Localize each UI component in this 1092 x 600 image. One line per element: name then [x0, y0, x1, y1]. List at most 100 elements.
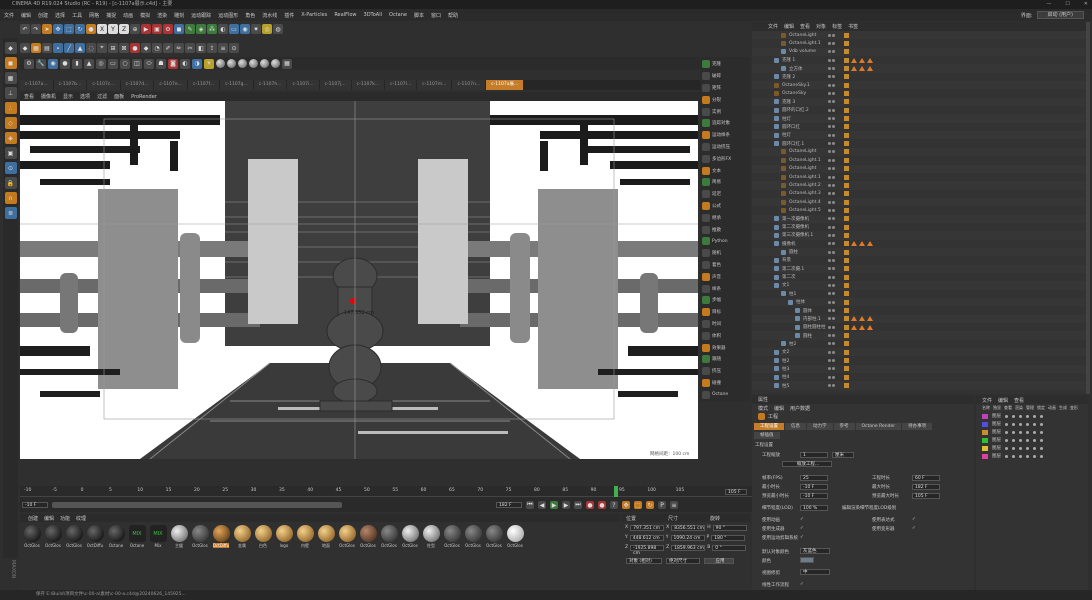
- object-visibility-dots[interactable]: [828, 292, 835, 296]
- edges-mode-icon[interactable]: ╱: [64, 43, 74, 53]
- render-visibility-dot[interactable]: [832, 309, 835, 313]
- mograph-tool-item[interactable]: 文本: [700, 165, 750, 176]
- material-swatch[interactable]: OctDiffu: [85, 525, 105, 549]
- object-row[interactable]: 第二次摄.1: [752, 264, 1087, 273]
- layer-toggle-icon[interactable]: [1040, 446, 1043, 450]
- layer-toggle-icon[interactable]: [1026, 430, 1029, 434]
- warning-tag-icon[interactable]: [851, 316, 857, 322]
- array-icon[interactable]: ⁂: [207, 24, 217, 34]
- lock-icon[interactable]: 🔒: [4, 177, 17, 189]
- editor-visibility-dot[interactable]: [828, 275, 831, 279]
- axis-x-button[interactable]: X: [97, 24, 107, 34]
- object-row[interactable]: 柱3: [752, 364, 1087, 374]
- rotation-input[interactable]: 90 °: [712, 524, 747, 531]
- layer-toggle-icon[interactable]: [1033, 414, 1036, 418]
- layer-color-swatch[interactable]: [982, 453, 988, 459]
- object-row[interactable]: 柱灯: [752, 114, 1087, 123]
- material-swatch[interactable]: OctGlos: [358, 525, 378, 549]
- layer-toggle-icon[interactable]: [1019, 414, 1022, 418]
- object-row[interactable]: 立方体: [752, 64, 1087, 73]
- editor-visibility-dot[interactable]: [828, 300, 831, 304]
- octane-icon[interactable]: ◎: [262, 24, 272, 34]
- key-param-icon[interactable]: P: [658, 501, 666, 509]
- menu-item[interactable]: 工具: [72, 12, 82, 19]
- render-visibility-dot[interactable]: [832, 283, 835, 287]
- object-visibility-dots[interactable]: [828, 242, 835, 246]
- menu-item[interactable]: 角色: [245, 12, 255, 19]
- rotation-input[interactable]: 180 °: [711, 534, 746, 541]
- object-visibility-dots[interactable]: [828, 100, 835, 104]
- position-input[interactable]: 448.612 cm: [629, 534, 664, 541]
- layer-row[interactable]: 图层: [976, 420, 1088, 428]
- menu-item[interactable]: 运动跟踪: [191, 12, 211, 19]
- tag-icon[interactable]: [844, 324, 849, 330]
- layer-toggle-icon[interactable]: [1026, 414, 1029, 418]
- menu-item[interactable]: 脚本: [414, 12, 424, 19]
- mograph-tool-item[interactable]: Octane: [700, 389, 750, 400]
- warning-tag-icon[interactable]: [859, 324, 865, 330]
- brush-icon[interactable]: ✏: [174, 43, 184, 53]
- min-time-input[interactable]: -10 F: [800, 484, 828, 490]
- editor-visibility-dot[interactable]: [828, 192, 831, 196]
- use-expressions-checkbox[interactable]: ✓: [912, 517, 916, 522]
- render-visibility-dot[interactable]: [832, 75, 835, 79]
- mograph-tool-item[interactable]: 目标: [700, 307, 750, 318]
- viewport-menu-item[interactable]: 查看: [24, 93, 34, 100]
- layer-color-swatch[interactable]: [982, 429, 988, 435]
- render-visibility-dot[interactable]: [832, 83, 835, 87]
- render-visibility-dot[interactable]: [832, 342, 835, 346]
- layer-row[interactable]: 图层: [976, 428, 1088, 436]
- editor-visibility-dot[interactable]: [828, 359, 831, 363]
- material-swatch[interactable]: OctGlos: [379, 525, 399, 549]
- light-icon[interactable]: ✷: [251, 24, 261, 34]
- next-key-icon[interactable]: ▶: [562, 501, 570, 509]
- mat-menu-function[interactable]: 功能: [60, 515, 70, 522]
- object-row[interactable]: 圆环口红.1: [752, 139, 1087, 147]
- timeline-ruler[interactable]: -10 -5 0 5 10 15 20 25 30 35 40 45 50 55 60 65 70 75 80 85 9…: [20, 486, 752, 497]
- key-rotate-icon[interactable]: ↻: [646, 501, 654, 509]
- object-menu-item[interactable]: 文件: [768, 23, 778, 30]
- render-visibility-dot[interactable]: [832, 250, 835, 254]
- make-editable-icon[interactable]: ◆: [4, 42, 17, 54]
- material-swatch[interactable]: OctDiffu: [211, 525, 231, 549]
- render-visibility-dot[interactable]: [832, 67, 835, 71]
- menu-item[interactable]: 帮助: [448, 12, 458, 19]
- disc-icon[interactable]: ○: [120, 58, 130, 69]
- editor-visibility-dot[interactable]: [828, 367, 831, 371]
- render-visibility-dot[interactable]: [832, 208, 835, 212]
- object-visibility-dots[interactable]: [828, 208, 835, 212]
- warning-tag-icon[interactable]: [867, 66, 873, 72]
- tab-dynamics[interactable]: 动力学: [807, 423, 833, 430]
- tag-icon[interactable]: [844, 66, 849, 72]
- tag-icon[interactable]: [844, 124, 849, 130]
- layer-menu-view[interactable]: 查看: [1014, 397, 1024, 404]
- object-row[interactable]: 第一次摄像机: [752, 214, 1087, 223]
- position-input[interactable]: 797.351 cm: [630, 524, 665, 531]
- render-visibility-dot[interactable]: [832, 142, 835, 146]
- object-row[interactable]: 第三次摄像机.1: [752, 231, 1087, 240]
- layer-toggle-icon[interactable]: [1040, 454, 1043, 458]
- layer-toggle-icon[interactable]: [1019, 438, 1022, 442]
- editor-visibility-dot[interactable]: [828, 200, 831, 204]
- layer-toggle-icon[interactable]: [1026, 446, 1029, 450]
- editor-visibility-dot[interactable]: [828, 309, 831, 313]
- document-tab[interactable]: c-1107m...: [417, 80, 452, 90]
- editor-visibility-dot[interactable]: [828, 225, 831, 229]
- object-menu-item[interactable]: 书签: [848, 23, 858, 30]
- tag-icon[interactable]: [844, 49, 849, 55]
- render-visibility-dot[interactable]: [832, 158, 835, 162]
- tag-icon[interactable]: [844, 91, 849, 97]
- menu-item[interactable]: X-Particles: [301, 12, 327, 18]
- mograph-tool-item[interactable]: 矩阵: [700, 83, 750, 94]
- viewport-menu-item[interactable]: 过滤: [97, 93, 107, 100]
- mograph-tool-item[interactable]: 推散: [700, 224, 750, 235]
- editor-visibility-dot[interactable]: [828, 50, 831, 54]
- time-range-slider[interactable]: [52, 502, 342, 508]
- object-row[interactable]: OctaneLight: [752, 164, 1087, 173]
- fps-input[interactable]: 25: [800, 475, 828, 481]
- object-visibility-dots[interactable]: [828, 342, 835, 346]
- record-key-icon[interactable]: ●: [586, 501, 594, 509]
- viewport-menu-item[interactable]: 显示: [63, 93, 73, 100]
- editor-visibility-dot[interactable]: [828, 242, 831, 246]
- layer-toggle-icon[interactable]: [1033, 454, 1036, 458]
